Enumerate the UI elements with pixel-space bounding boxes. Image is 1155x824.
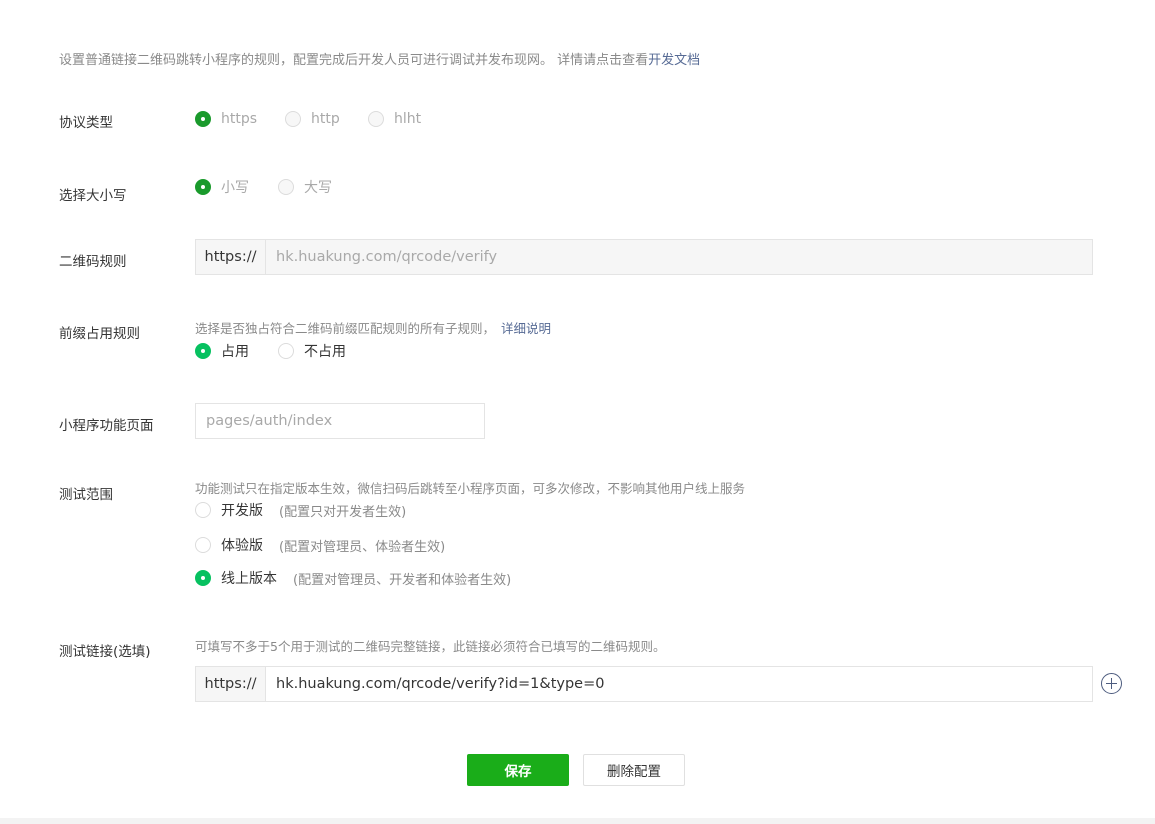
scope-radio-dev[interactable]: 开发版 (配置只对开发者生效) [195,500,406,520]
protocol-label: 协议类型 [59,115,113,131]
test-link-label: 测试链接(选填) [59,644,151,660]
test-link-prefix: https:// [196,667,266,701]
prefix-radio-occupy[interactable]: 占用 [195,341,249,361]
case-option-label: 大写 [304,180,332,196]
qrcode-rule-input-group: https:// hk.huakung.com/qrcode/verify [195,239,1093,275]
prefix-radio-not-occupy[interactable]: 不占用 [278,341,346,361]
case-radio-upper[interactable]: 大写 [278,177,332,197]
qrcode-rule-label: 二维码规则 [59,254,127,270]
radio-checked-icon [195,343,211,359]
radio-unchecked-icon [195,502,211,518]
intro-text: 设置普通链接二维码跳转小程序的规则，配置完成后开发人员可进行调试并发布现网。 详… [59,49,700,68]
prefix-rule-hint-text: 选择是否独占符合二维码前缀匹配规则的所有子规则， [195,321,496,336]
save-button[interactable]: 保存 [467,754,569,786]
scope-option-note: (配置对管理员、体验者生效) [279,539,446,555]
delete-config-button[interactable]: 删除配置 [583,754,685,786]
qrcode-rule-prefix: https:// [196,240,266,274]
protocol-option-label: https [221,111,258,127]
test-link-input-group: https:// hk.huakung.com/qrcode/verify?id… [195,666,1093,702]
test-link-input[interactable]: hk.huakung.com/qrcode/verify?id=1&type=0 [266,667,1092,701]
prefix-option-label: 占用 [221,344,249,360]
prefix-rule-hint: 选择是否独占符合二维码前缀匹配规则的所有子规则， 详细说明 [195,318,551,337]
test-scope-label: 测试范围 [59,487,113,503]
scope-option-label: 开发版 [221,503,263,519]
test-link-hint: 可填写不多于5个用于测试的二维码完整链接，此链接必须符合已填写的二维码规则。 [195,639,666,654]
scope-radio-online[interactable]: 线上版本 (配置对管理员、开发者和体验者生效) [195,568,511,588]
scope-option-note: (配置对管理员、开发者和体验者生效) [293,572,512,588]
scope-option-label: 线上版本 [221,571,277,587]
radio-unchecked-icon [278,343,294,359]
radio-checked-icon [195,570,211,586]
scope-radio-trial[interactable]: 体验版 (配置对管理员、体验者生效) [195,535,445,555]
dev-docs-link[interactable]: 开发文档 [648,53,700,68]
prefix-rule-detail-link[interactable]: 详细说明 [501,321,551,336]
radio-unchecked-icon [285,111,301,127]
protocol-radio-hlht[interactable]: hlht [368,111,421,127]
protocol-option-label: http [311,111,340,127]
scope-option-label: 体验版 [221,538,263,554]
prefix-option-label: 不占用 [304,344,346,360]
radio-checked-icon [195,111,211,127]
intro-description: 设置普通链接二维码跳转小程序的规则，配置完成后开发人员可进行调试并发布现网。 详… [59,53,649,68]
case-label: 选择大小写 [59,188,127,204]
page-path-input[interactable]: pages/auth/index [195,403,485,439]
protocol-radio-https[interactable]: https [195,111,257,127]
prefix-rule-label: 前缀占用规则 [59,326,140,342]
scope-option-note: (配置只对开发者生效) [279,504,407,520]
radio-unchecked-icon [278,179,294,195]
protocol-radio-http[interactable]: http [285,111,340,127]
case-radio-lower[interactable]: 小写 [195,177,249,197]
bottom-divider [0,818,1155,824]
radio-unchecked-icon [368,111,384,127]
plus-circle-icon[interactable] [1101,673,1122,694]
qrcode-rule-input: hk.huakung.com/qrcode/verify [266,240,1092,274]
test-scope-hint: 功能测试只在指定版本生效，微信扫码后跳转至小程序页面，可多次修改，不影响其他用户… [195,481,746,496]
radio-checked-icon [195,179,211,195]
qrcode-config-page: 设置普通链接二维码跳转小程序的规则，配置完成后开发人员可进行调试并发布现网。 详… [0,0,1155,824]
protocol-option-label: hlht [394,111,422,127]
page-path-label: 小程序功能页面 [59,418,154,434]
case-option-label: 小写 [221,180,249,196]
radio-unchecked-icon [195,537,211,553]
